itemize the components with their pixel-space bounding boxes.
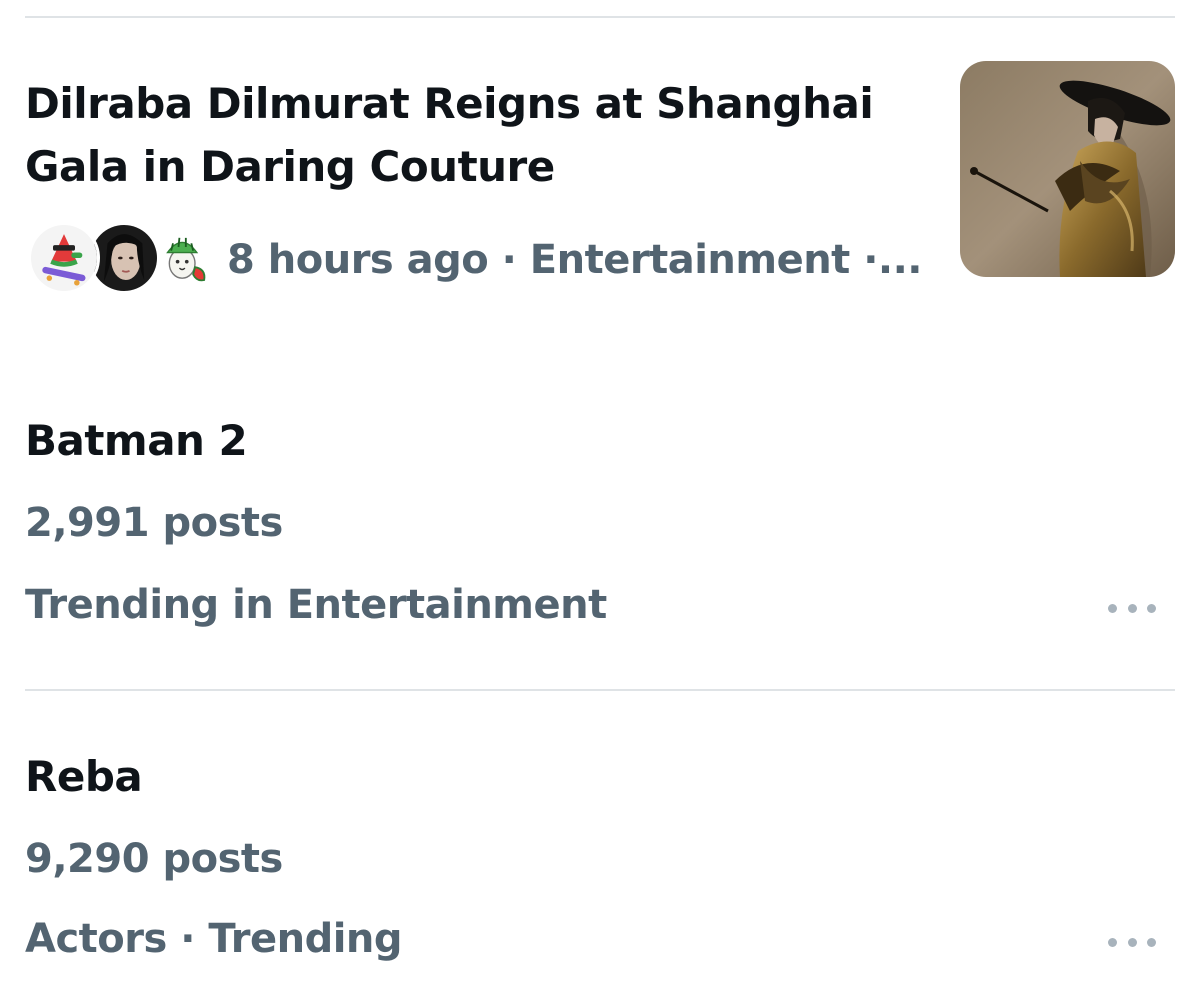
more-horizontal-icon[interactable]: [1108, 598, 1156, 618]
watermelon-skateboard-avatar: [28, 222, 100, 294]
trend-name[interactable]: Batman 2: [25, 416, 248, 465]
trend-context: Actors · Trending: [25, 916, 403, 962]
news-meta-text: 8 hours ago · Entertainment ·...: [227, 237, 923, 283]
more-horizontal-icon[interactable]: [1108, 932, 1156, 952]
avatar-stack: [28, 222, 220, 298]
top-divider: [25, 16, 1175, 18]
trend-divider: [25, 689, 1175, 691]
trend-name[interactable]: Reba: [25, 752, 143, 801]
trend-post-count: 9,290 posts: [25, 836, 283, 882]
news-title[interactable]: Dilraba Dilmurat Reigns at Shanghai Gala…: [25, 72, 945, 198]
news-meta-row: 8 hours ago · Entertainment ·...: [28, 222, 928, 298]
gala-photo-thumbnail[interactable]: [960, 61, 1175, 277]
trend-post-count: 2,991 posts: [25, 500, 283, 546]
trend-context: Trending in Entertainment: [25, 582, 607, 628]
